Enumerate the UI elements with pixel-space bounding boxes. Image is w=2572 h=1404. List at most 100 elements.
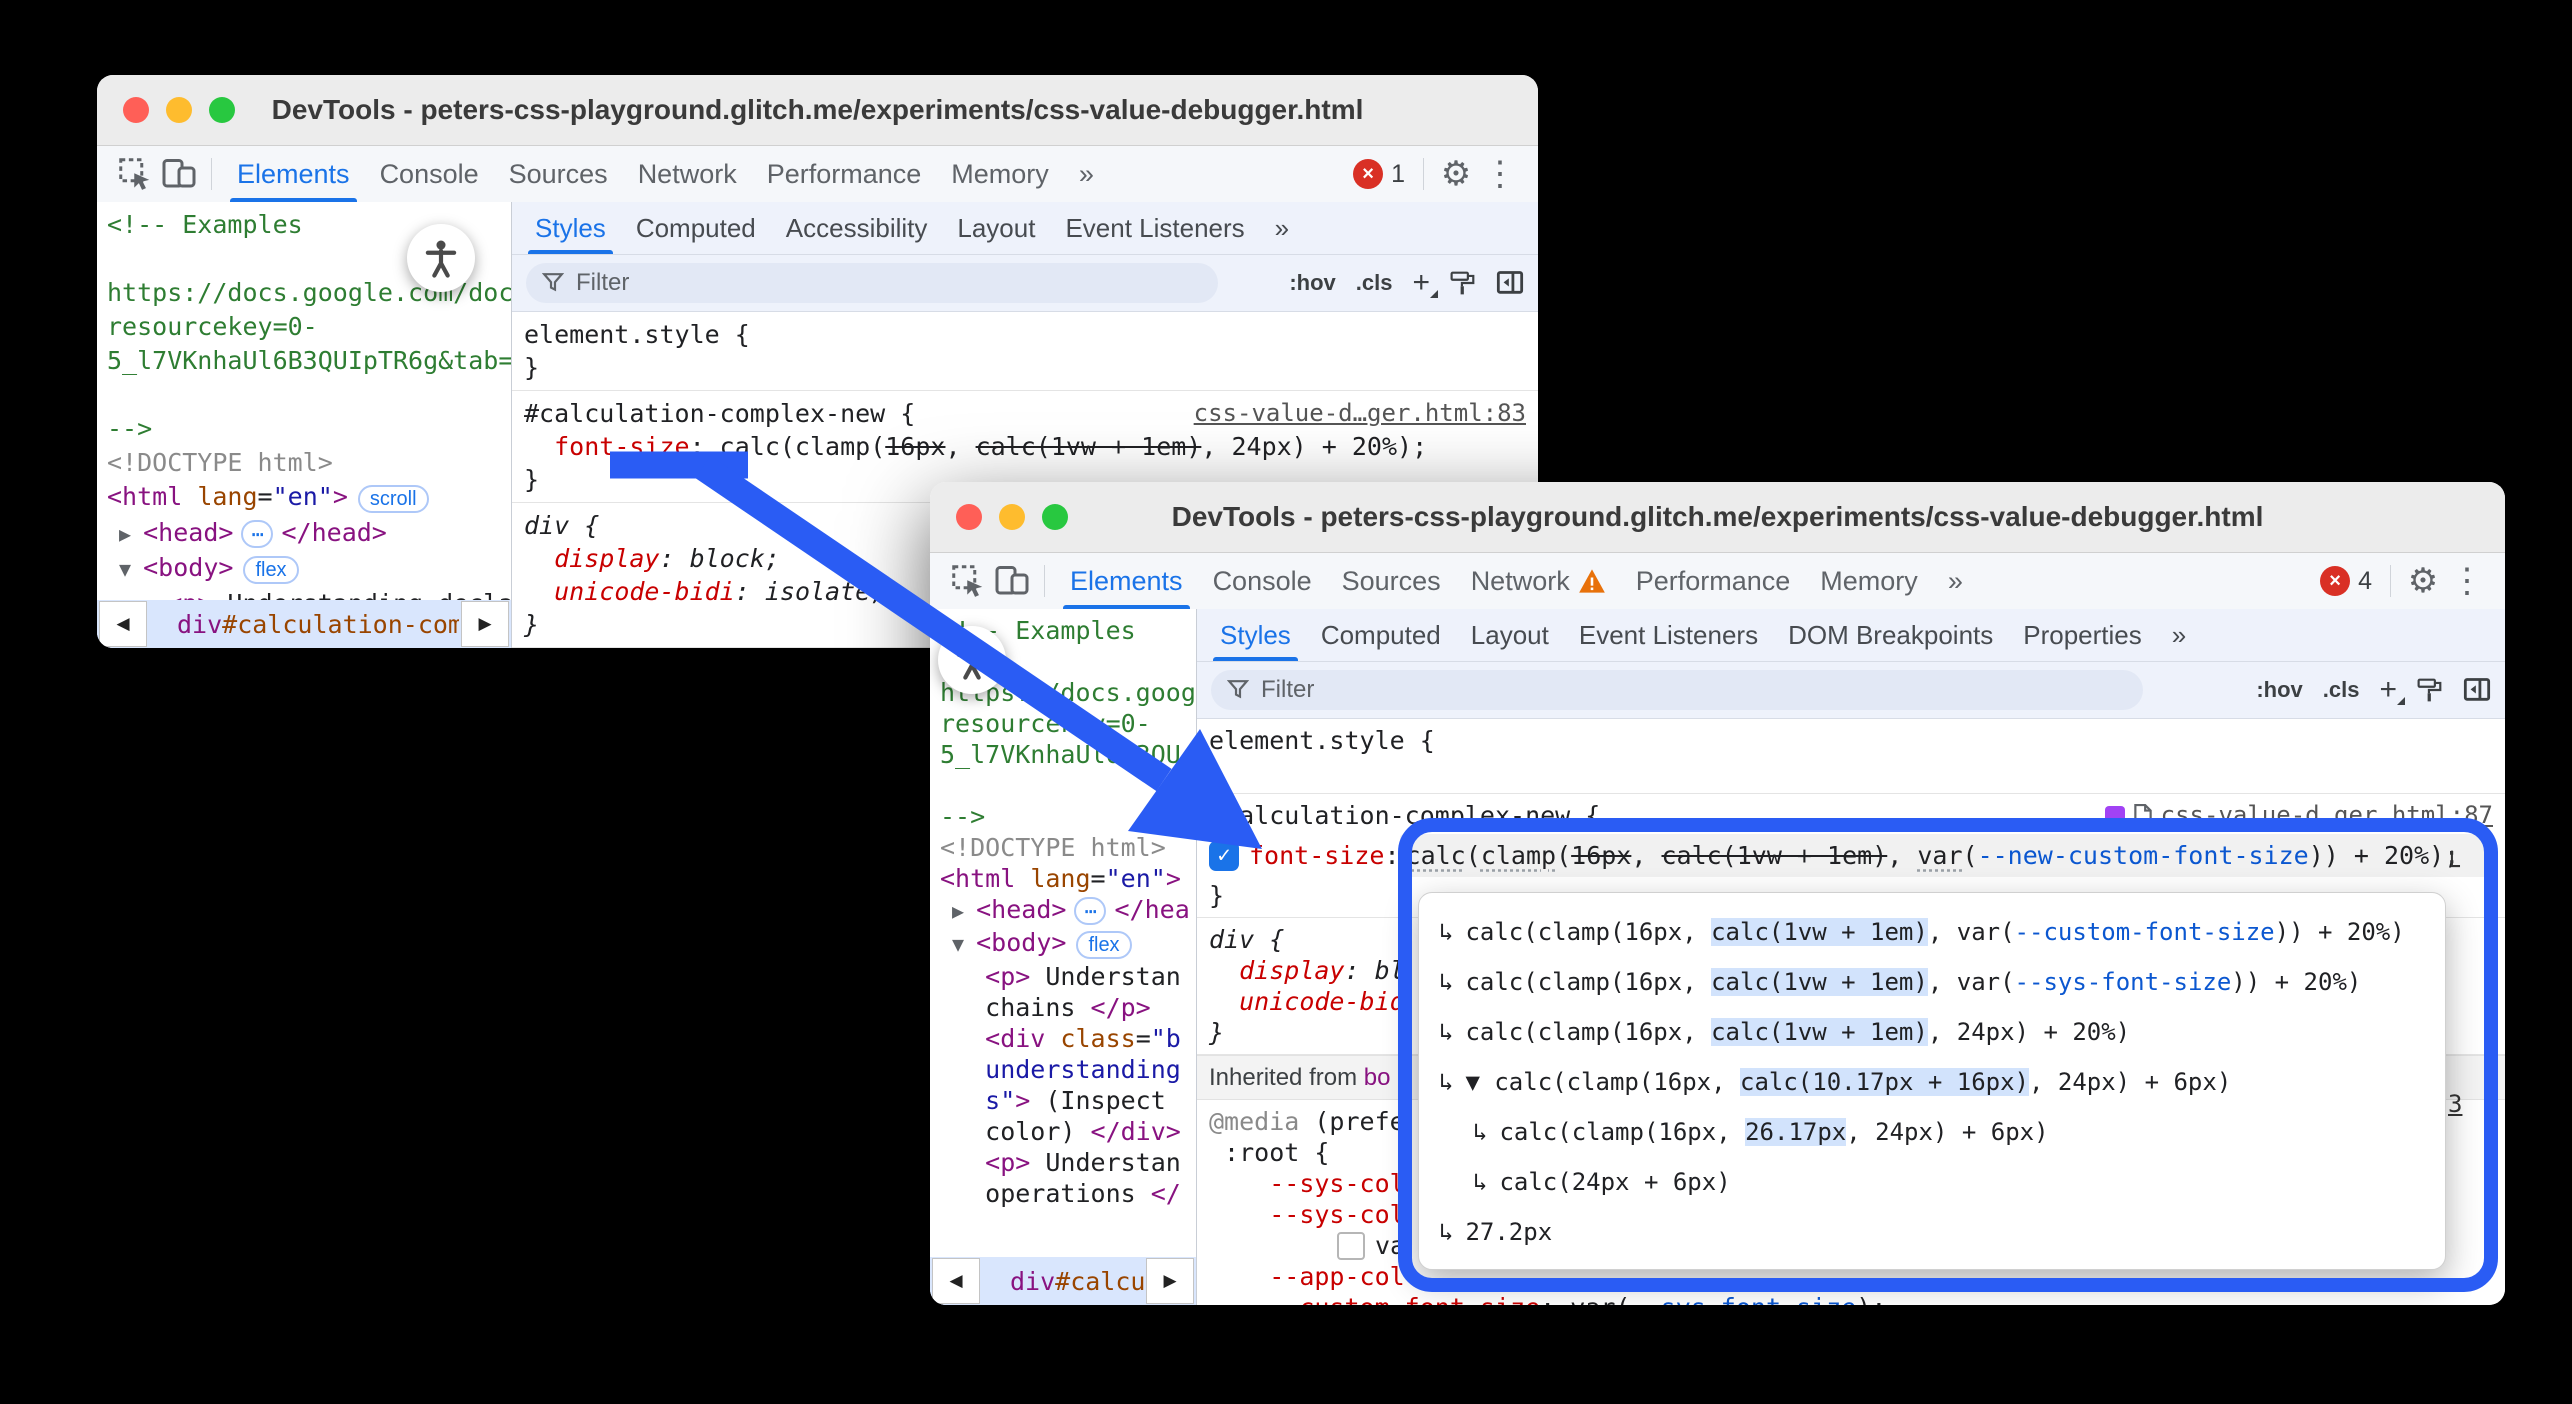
filter-input[interactable]: Filter <box>526 263 1218 303</box>
dom-line-html[interactable]: <html lang="en">scroll <box>107 480 501 516</box>
trace-substep[interactable]: ↳calc(24px + 6px) <box>1419 1157 2445 1207</box>
trace-substep[interactable]: ↳calc(clamp(16px, 26.17px, 24px) + 6px) <box>1419 1107 2445 1157</box>
minimize-window-button[interactable] <box>999 504 1025 530</box>
tab-memory[interactable]: Memory <box>1805 553 1933 609</box>
dock-sidebar-icon[interactable] <box>1496 269 1524 297</box>
dom-line-body[interactable]: ▼ <body>flex <box>940 927 1186 961</box>
close-window-button[interactable] <box>123 97 149 123</box>
tab-computed[interactable]: Computed <box>621 202 771 254</box>
toggle-classes[interactable]: .cls <box>1356 270 1393 296</box>
dom-line[interactable] <box>940 770 1186 801</box>
inspect-element-icon[interactable] <box>946 559 990 603</box>
dom-line-body[interactable]: ▼ <body>flex <box>107 551 501 587</box>
more-tabs-chevron[interactable]: » <box>2157 609 2201 661</box>
dom-line[interactable]: color) </div> <box>940 1116 1186 1147</box>
dom-line[interactable]: 5_l7VKnhaUl6B3QUIpTR6g&tab= <box>107 344 501 378</box>
tab-sources[interactable]: Sources <box>1327 553 1456 609</box>
css-property-name[interactable]: font-size: <box>1249 841 1400 870</box>
dom-line[interactable]: <!DOCTYPE html> <box>940 832 1186 863</box>
css-declaration-custom-font-size[interactable]: --custom-font-size: var(--sys-font-size)… <box>1209 1292 2493 1305</box>
tab-console[interactable]: Console <box>365 146 494 202</box>
trace-result[interactable]: ↳27.2px <box>1419 1207 2445 1257</box>
tab-event-listeners[interactable]: Event Listeners <box>1050 202 1259 254</box>
css-selector[interactable]: #calculation-complex-new { <box>524 397 915 430</box>
css-declaration-font-size[interactable]: font-size: calc(clamp(16px, calc(1vw + 1… <box>524 430 1526 463</box>
trace-step-expandable[interactable]: ↳▼ calc(clamp(16px, calc(10.17px + 16px)… <box>1419 1057 2445 1107</box>
dom-line[interactable]: <p> Understan <box>940 961 1186 992</box>
tab-accessibility[interactable]: Accessibility <box>771 202 943 254</box>
tab-styles[interactable]: Styles <box>520 202 621 254</box>
minimize-window-button[interactable] <box>166 97 192 123</box>
tab-performance[interactable]: Performance <box>752 146 937 202</box>
dom-line[interactable]: 5_l7VKnhaUl6B3QU <box>940 739 1186 770</box>
tab-elements[interactable]: Elements <box>1055 553 1198 609</box>
filter-input[interactable]: Filter <box>1211 670 2143 710</box>
tab-properties[interactable]: Properties <box>2008 609 2157 661</box>
tab-memory[interactable]: Memory <box>936 146 1064 202</box>
css-declaration-font-size[interactable]: ✓ font-size: calc(clamp(16px, calc(1vw +… <box>1209 834 2493 877</box>
tab-network[interactable]: Network <box>1456 553 1621 609</box>
dom-line-html[interactable]: <html lang="en"> <box>940 863 1186 894</box>
dom-line[interactable]: resourcekey=0- <box>940 708 1186 739</box>
declaration-checkbox-unchecked[interactable] <box>1337 1232 1365 1260</box>
toggle-hover-state[interactable]: :hov <box>2256 677 2302 703</box>
css-property-value-editing[interactable]: calc(clamp(16px, calc(1vw + 1em), var(--… <box>1400 834 2493 877</box>
breadcrumb-back-button[interactable]: ◀ <box>99 601 147 647</box>
tab-computed[interactable]: Computed <box>1306 609 1456 661</box>
css-rule-line[interactable]: element.style { <box>524 318 1526 351</box>
dom-line[interactable]: <p> Understan <box>940 1147 1186 1178</box>
inspect-element-icon[interactable] <box>113 152 157 196</box>
trace-step[interactable]: ↳calc(clamp(16px, calc(1vw + 1em), 24px)… <box>1419 1007 2445 1057</box>
zoom-window-button[interactable] <box>1042 504 1068 530</box>
css-rule-line[interactable]: element.style { <box>1209 725 2493 756</box>
paint-roller-icon[interactable] <box>1450 270 1476 296</box>
settings-gear-icon[interactable]: ⚙ <box>1434 152 1478 196</box>
dom-line[interactable]: operations </ <box>940 1178 1186 1209</box>
tab-event-listeners[interactable]: Event Listeners <box>1564 609 1773 661</box>
device-toolbar-icon[interactable] <box>157 152 201 196</box>
close-window-button[interactable] <box>956 504 982 530</box>
dom-line[interactable]: s"> (Inspect <box>940 1085 1186 1116</box>
breadcrumb-back-button[interactable]: ◀ <box>932 1258 980 1304</box>
dom-line[interactable]: chains </p> <box>940 992 1186 1023</box>
trace-step[interactable]: ↳calc(clamp(16px, calc(1vw + 1em), var(-… <box>1419 907 2445 957</box>
device-toolbar-icon[interactable] <box>990 559 1034 603</box>
new-style-rule-button[interactable]: + <box>1412 266 1430 300</box>
tab-layout[interactable]: Layout <box>942 202 1050 254</box>
tab-dom-breakpoints[interactable]: DOM Breakpoints <box>1773 609 2008 661</box>
toggle-classes[interactable]: .cls <box>2323 677 2360 703</box>
dom-line[interactable]: --> <box>107 412 501 446</box>
breadcrumb-selected-node[interactable]: div#calculat <box>982 1267 1144 1296</box>
console-error-badge[interactable]: × 4 <box>2320 566 2372 596</box>
new-style-rule-button[interactable]: + <box>2379 673 2397 707</box>
accessibility-person-icon[interactable] <box>407 224 475 292</box>
breadcrumb-forward-button[interactable]: ▶ <box>1146 1258 1194 1304</box>
console-error-badge[interactable]: × 1 <box>1353 159 1405 189</box>
accessibility-person-icon[interactable] <box>938 626 1006 694</box>
css-selector[interactable]: #calculation-complex-new { <box>1209 800 1600 831</box>
tab-performance[interactable]: Performance <box>1621 553 1806 609</box>
tab-sources[interactable]: Sources <box>494 146 623 202</box>
declaration-checkbox-checked[interactable]: ✓ <box>1209 841 1239 871</box>
zoom-window-button[interactable] <box>209 97 235 123</box>
dom-line-head[interactable]: ▶ <head>⋯</hea <box>940 894 1186 927</box>
more-tabs-chevron[interactable]: » <box>1260 202 1304 254</box>
dom-line-head[interactable]: ▶ <head>⋯</head> <box>107 516 501 551</box>
more-tabs-chevron[interactable]: » <box>1064 146 1109 202</box>
tab-styles[interactable]: Styles <box>1205 609 1306 661</box>
dom-line[interactable]: understanding <box>940 1054 1186 1085</box>
settings-gear-icon[interactable]: ⚙ <box>2401 559 2445 603</box>
paint-roller-icon[interactable] <box>2417 677 2443 703</box>
dom-line[interactable] <box>107 378 501 412</box>
dom-line[interactable]: <!DOCTYPE html> <box>107 446 501 480</box>
tab-console[interactable]: Console <box>1198 553 1327 609</box>
tab-layout[interactable]: Layout <box>1456 609 1564 661</box>
breadcrumb-forward-button[interactable]: ▶ <box>461 601 509 647</box>
trace-step[interactable]: ↳calc(clamp(16px, calc(1vw + 1em), var(-… <box>1419 957 2445 1007</box>
stylesheet-source-link[interactable]: css-value-d…ger.html:83 <box>1194 397 1526 430</box>
dom-line[interactable]: --> <box>940 801 1186 832</box>
kebab-menu-icon[interactable]: ⋮ <box>1478 152 1522 196</box>
dom-line[interactable]: <div class="b <box>940 1023 1186 1054</box>
breadcrumb-selected-node[interactable]: div#calculation-comple <box>149 610 459 639</box>
toggle-hover-state[interactable]: :hov <box>1289 270 1335 296</box>
